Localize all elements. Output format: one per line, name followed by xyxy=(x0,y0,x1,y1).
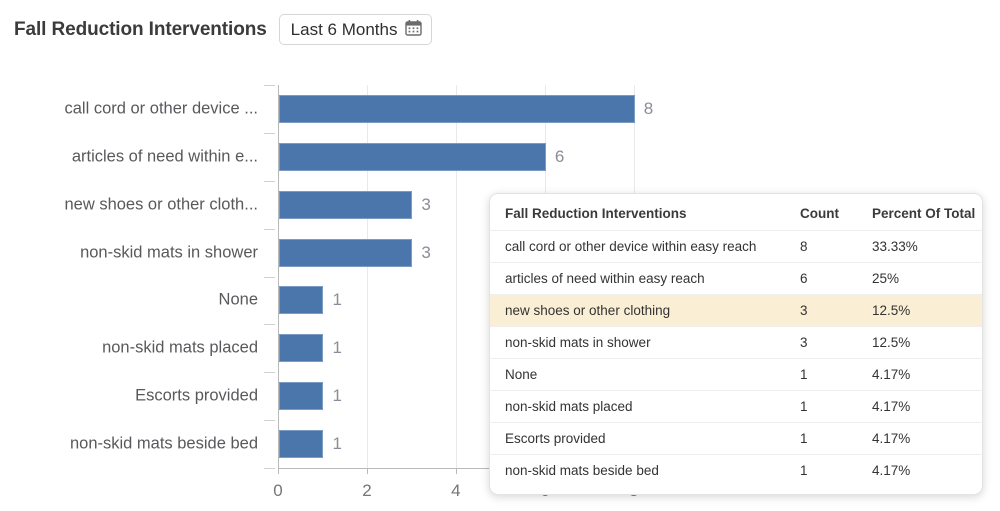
cell-label: articles of need within easy reach xyxy=(490,262,800,295)
chart-page: Fall Reduction Interventions Last 6 Mont… xyxy=(0,0,1000,511)
table-body: call cord or other device within easy re… xyxy=(490,230,982,487)
cell-count: 3 xyxy=(800,294,872,327)
bar-data-label: 8 xyxy=(643,98,654,118)
cell-label: new shoes or other clothing xyxy=(490,294,800,327)
table-row[interactable]: call cord or other device within easy re… xyxy=(490,230,982,263)
bar[interactable] xyxy=(279,430,324,459)
x-tick xyxy=(455,468,457,474)
bar[interactable] xyxy=(279,382,324,411)
cell-label: Escorts provided xyxy=(490,422,800,455)
cell-percent: 4.17% xyxy=(872,422,982,455)
y-axis-label[interactable]: non-skid mats beside bed xyxy=(0,435,258,454)
cell-count: 1 xyxy=(800,463,808,478)
y-tick xyxy=(264,420,275,422)
cell-count: 8 xyxy=(800,230,872,263)
y-tick xyxy=(264,85,275,86)
bar-data-label: 3 xyxy=(421,194,431,214)
bar[interactable] xyxy=(279,334,324,363)
y-axis-label[interactable]: non-skid mats in shower xyxy=(0,243,258,262)
date-range-filter-button[interactable]: Last 6 Months xyxy=(278,14,433,45)
bar-data-label: 1 xyxy=(332,290,342,310)
cell-label: None xyxy=(490,358,800,391)
bar[interactable] xyxy=(279,142,546,171)
bar[interactable] xyxy=(279,190,413,219)
table-row[interactable]: articles of need within easy reach 6 25% xyxy=(490,262,982,295)
cell-label: non-skid mats beside bed xyxy=(505,463,659,478)
column-header-percent: Percent Of Total xyxy=(872,194,982,231)
y-tick xyxy=(264,228,275,230)
column-header-count: Count xyxy=(800,194,872,231)
cell-count: 6 xyxy=(800,262,872,295)
x-tick-label: 0 xyxy=(273,481,283,500)
table-row[interactable]: Escorts provided 1 4.17% xyxy=(490,422,982,455)
cell-percent: 4.17% xyxy=(872,463,911,478)
cell-percent: 4.17% xyxy=(872,390,982,423)
cell-label: call cord or other device within easy re… xyxy=(490,230,800,263)
table-row[interactable]: non-skid mats in shower 3 12.5% xyxy=(490,326,982,359)
cell-percent: 25% xyxy=(872,262,982,295)
page-title: Fall Reduction Interventions xyxy=(14,18,267,40)
cell-percent: 4.17% xyxy=(872,358,982,391)
cell-count: 1 xyxy=(800,358,872,391)
y-tick xyxy=(264,276,275,278)
table-row[interactable]: non-skid mats beside bed 1 4.17% xyxy=(490,455,982,487)
detail-table: Fall Reduction Interventions Count Perce… xyxy=(490,194,982,486)
table-header-row: Fall Reduction Interventions Count Perce… xyxy=(490,194,982,231)
bar-data-label: 1 xyxy=(332,338,342,358)
date-range-label: Last 6 Months xyxy=(290,19,398,39)
y-axis-label[interactable]: call cord or other device ... xyxy=(0,99,258,118)
x-tick-label: 4 xyxy=(451,481,461,500)
cell-label: non-skid mats placed xyxy=(490,390,800,423)
table-row[interactable]: new shoes or other clothing 3 12.5% xyxy=(490,294,982,327)
y-axis-label[interactable]: Escorts provided xyxy=(0,387,258,406)
bar-data-label: 1 xyxy=(332,386,342,406)
y-tick xyxy=(264,324,275,326)
table-row[interactable]: None 1 4.17% xyxy=(490,358,982,391)
bar-data-label: 6 xyxy=(554,146,565,166)
bar[interactable] xyxy=(279,94,635,123)
cell-label: non-skid mats in shower xyxy=(490,326,800,359)
y-tick xyxy=(264,372,275,374)
x-tick xyxy=(278,468,279,474)
calendar-icon xyxy=(405,19,423,41)
bar-data-label: 1 xyxy=(332,434,342,454)
y-tick xyxy=(264,468,275,469)
chart-tooltip-table: Fall Reduction Interventions Count Perce… xyxy=(489,193,983,495)
cell-count: 1 xyxy=(800,390,872,423)
chart-header: Fall Reduction Interventions Last 6 Mont… xyxy=(14,14,433,45)
bar[interactable] xyxy=(279,286,324,315)
cell-percent: 12.5% xyxy=(872,294,982,327)
y-axis-label[interactable]: articles of need within e... xyxy=(0,147,258,166)
bar-data-label: 3 xyxy=(421,242,431,262)
y-tick xyxy=(264,132,275,134)
table-row[interactable]: non-skid mats placed 1 4.17% xyxy=(490,390,982,423)
cell-percent: 12.5% xyxy=(872,326,982,359)
x-tick xyxy=(366,468,368,474)
y-tick xyxy=(264,180,275,182)
y-axis-label[interactable]: None xyxy=(0,291,258,310)
y-axis-label[interactable]: new shoes or other cloth... xyxy=(0,195,258,214)
bar[interactable] xyxy=(279,238,413,267)
column-header-label: Fall Reduction Interventions xyxy=(490,194,800,231)
y-axis-label[interactable]: non-skid mats placed xyxy=(0,339,258,358)
cell-count: 3 xyxy=(800,326,872,359)
cell-percent: 33.33% xyxy=(872,230,982,263)
cell-count: 1 xyxy=(800,422,872,455)
x-tick-label: 2 xyxy=(362,481,372,500)
